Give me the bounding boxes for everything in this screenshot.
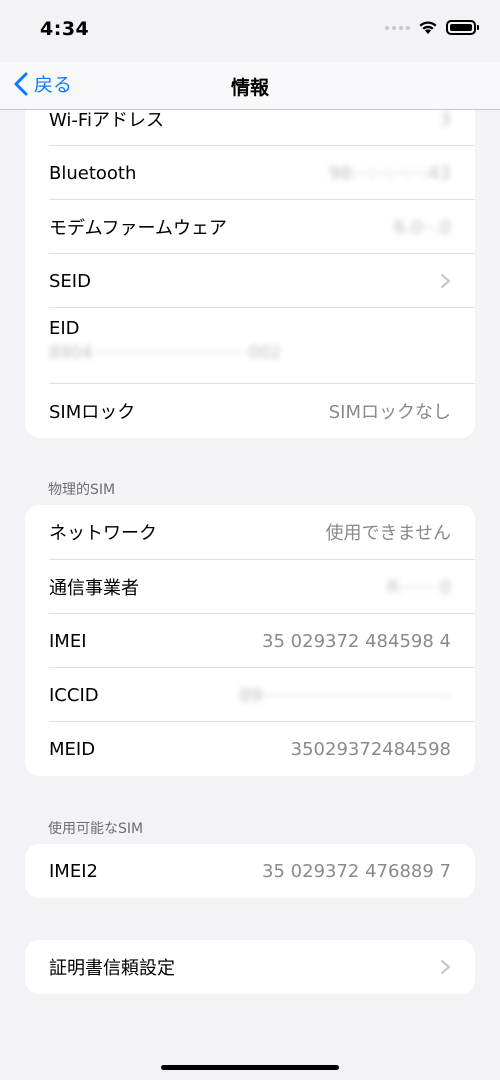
row-label: IMEI: [49, 630, 87, 652]
row-value: 35 029372 476889 7: [262, 860, 451, 882]
info-card-3: IMEI2 35 029372 476889 7: [25, 844, 475, 898]
row-modem-firmware[interactable]: モデムファームウェア 6.0··.0: [25, 200, 475, 254]
row-value: R······ 0: [386, 576, 451, 598]
row-value: 3: [439, 108, 451, 130]
row-label: SIMロック: [49, 402, 136, 423]
info-card-2: ネットワーク 使用できません 通信事業者 R······ 0 IMEI 35 0…: [25, 505, 475, 776]
row-certificate-trust-settings[interactable]: 証明書信頼設定: [25, 940, 475, 994]
row-label: IMEI2: [49, 860, 98, 882]
row-value: SIMロックなし: [328, 402, 451, 423]
row-label: MEID: [49, 738, 96, 760]
page-title: 情報: [230, 77, 269, 99]
row-meid[interactable]: MEID 35029372484598: [25, 722, 475, 776]
row-value: 35 029372 484598 4: [262, 630, 451, 652]
row-value: 35029372484598: [290, 738, 451, 760]
section-header-available-sim: 使用可能なSIM: [48, 821, 144, 837]
row-label: Bluetooth: [49, 162, 137, 184]
row-label: 通信事業者: [49, 578, 139, 599]
row-imei2[interactable]: IMEI2 35 029372 476889 7: [25, 844, 475, 898]
home-indicator[interactable]: [161, 1065, 339, 1070]
row-label: ネットワーク: [49, 523, 157, 544]
row-label: EID: [49, 318, 80, 339]
navigation-bar: 戻る 情報: [0, 62, 500, 110]
battery-icon: [446, 20, 479, 35]
row-value: 89·································: [239, 684, 451, 706]
row-value: 6.0··.0: [393, 216, 451, 238]
row-label: モデムファームウェア: [49, 218, 228, 239]
chevron-right-icon: [441, 274, 450, 288]
status-time: 4:34: [40, 18, 90, 40]
row-label: 証明書信頼設定: [49, 958, 175, 979]
row-label: SEID: [49, 270, 91, 292]
info-card-1: Wi-Fiアドレス 3 Bluetooth 98:··:··:··:··:43 …: [25, 90, 475, 438]
row-imei[interactable]: IMEI 35 029372 484598 4: [25, 614, 475, 668]
row-network[interactable]: ネットワーク 使用できません: [25, 505, 475, 559]
chevron-right-icon: [441, 960, 450, 974]
row-label: ICCID: [49, 684, 99, 706]
status-bar: 4:34: [0, 0, 500, 62]
wifi-icon: [419, 21, 437, 34]
row-value: 使用できません: [325, 523, 451, 544]
row-value: 98:··:··:··:··:43: [329, 162, 451, 184]
row-eid[interactable]: EID 8904·····························002: [25, 308, 475, 383]
signal-dots-icon: [385, 25, 410, 30]
status-icons: [385, 20, 479, 35]
row-carrier[interactable]: 通信事業者 R······ 0: [25, 560, 475, 614]
info-card-4: 証明書信頼設定: [25, 940, 475, 994]
row-iccid[interactable]: ICCID 89································…: [25, 668, 475, 722]
row-sim-lock[interactable]: SIMロック SIMロックなし: [25, 384, 475, 438]
section-header-physical-sim: 物理的SIM: [48, 482, 116, 498]
row-bluetooth[interactable]: Bluetooth 98:··:··:··:··:43: [25, 146, 475, 200]
row-seid[interactable]: SEID: [25, 254, 475, 308]
row-value: 8904·····························002: [49, 343, 282, 363]
